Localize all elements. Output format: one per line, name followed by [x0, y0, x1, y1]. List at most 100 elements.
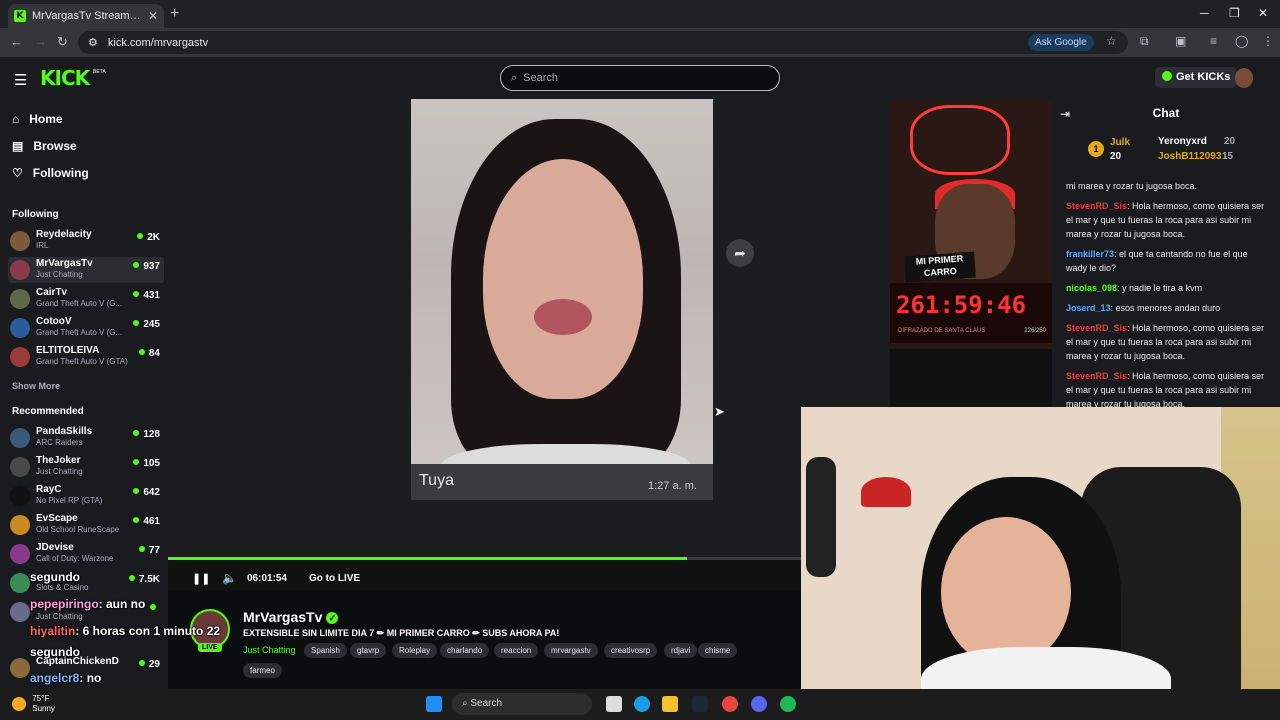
url-text: kick.com/mrvargastv [107, 36, 209, 49]
weather-condition: Sunny [32, 704, 55, 713]
spotify-icon[interactable] [780, 696, 796, 712]
back-icon[interactable]: ← [10, 34, 23, 49]
chat-message: nicolas_098: y nadie le tira a kvm [1066, 283, 1203, 293]
mouse-cursor-icon: ➤ [714, 404, 725, 419]
show-more-link[interactable]: Show More [12, 381, 60, 391]
progress-fill [168, 557, 688, 560]
browser-tab-bar: K MrVargasTv Stream - Watch Live ✕ + ─ ❐… [0, 0, 1280, 28]
stream-tag[interactable]: mrvargastv [544, 643, 598, 658]
chat-messages: mi marea y rozar tu jugosa boca. StevenR… [1066, 179, 1271, 407]
stream-tag[interactable]: Spanish [304, 643, 347, 658]
collapse-chat-icon[interactable]: ⇥ [1060, 107, 1070, 121]
avatar [10, 602, 30, 622]
chat-message: StevenRD_Sis: Hola hermoso, como quisier… [1066, 371, 1265, 407]
hamburger-menu-icon[interactable]: ☰ [14, 71, 27, 89]
kick-header: ☰ KICK BETA ⌕ Search Get KICKs [0, 57, 1280, 99]
profile-icon[interactable]: ◯ [1235, 34, 1248, 48]
weather-temp: 75°F [32, 694, 50, 703]
get-kicks-button[interactable]: Get KICKs [1155, 67, 1238, 88]
kicks-coin-icon [1162, 71, 1172, 81]
recommended-channel[interactable]: EvScape Old School RuneScape 461 [8, 512, 164, 538]
close-tab-icon[interactable]: ✕ [148, 9, 158, 23]
recommended-channel[interactable]: JDevise Call of Duty: Warzone 77 [8, 541, 164, 567]
taskbar-search[interactable]: ⌕ Search [452, 693, 592, 715]
timer-count: 226/250 [1024, 328, 1046, 334]
nav-home[interactable]: ⌂ Home [12, 112, 63, 126]
extensions-icon[interactable]: ⧉ [1140, 34, 1149, 49]
recommended-channel[interactable]: RayC No Pixel RP (GTA) 642 [8, 483, 164, 509]
media-icon[interactable]: ≡ [1210, 34, 1217, 48]
stream-tag[interactable]: creativosrp [604, 643, 658, 658]
stream-tag[interactable]: reaccion [494, 643, 539, 658]
site-info-icon[interactable]: ⚙ [88, 36, 98, 49]
stream-tag[interactable]: chisme [698, 643, 738, 658]
following-channel[interactable]: Reydelacity IRL 2K [8, 228, 164, 254]
browser-tab[interactable]: K MrVargasTv Stream - Watch Live ✕ [8, 4, 164, 28]
reload-icon[interactable]: ↻ [57, 34, 68, 50]
microphone [806, 457, 836, 577]
ask-google-button[interactable]: Ask Google [1028, 34, 1094, 51]
weather-widget[interactable]: 75°F Sunny [12, 694, 55, 714]
chrome-icon[interactable] [722, 696, 738, 712]
avatar [10, 318, 30, 338]
forward-icon[interactable]: → [34, 34, 47, 49]
kick-logo[interactable]: KICK [40, 66, 90, 90]
steam-icon[interactable] [692, 696, 708, 712]
sidepanel-icon[interactable]: ▣ [1175, 34, 1186, 48]
following-channel[interactable]: CotooV Grand Theft Auto V (G... 245 [8, 315, 164, 341]
chat-photo [411, 99, 713, 499]
neon-sign [910, 105, 1010, 175]
recommended-channel[interactable]: PandaSkills ARC Raiders 128 [8, 425, 164, 451]
following-channel[interactable]: MrVargasTv Just Chatting 937 [8, 257, 164, 283]
avatar [10, 486, 30, 506]
following-heading: Following [12, 209, 59, 220]
avatar [10, 289, 30, 309]
following-channel[interactable]: ELTITOLEIVA Grand Theft Auto V (GTA) 84 [8, 344, 164, 370]
heart-icon: ♡ [12, 166, 23, 180]
minimize-icon[interactable]: ─ [1200, 6, 1209, 20]
stream-tag[interactable]: rdjavi [664, 643, 698, 658]
forward-icon: ➦ [726, 239, 754, 267]
search-input[interactable]: ⌕ Search [500, 65, 780, 91]
following-channel[interactable]: CairTv Grand Theft Auto V (G... 431 [8, 286, 164, 312]
message-time: 1:27 a. m. [648, 480, 697, 492]
chat-message: frankiller73: el que ta cantando no fue … [1066, 249, 1248, 273]
search-icon: ⌕ [511, 71, 518, 84]
close-window-icon[interactable]: ✕ [1258, 6, 1268, 20]
sun-icon [12, 697, 26, 711]
avatar [10, 544, 30, 564]
leader-value: 20 [1110, 151, 1122, 162]
recommended-heading: Recommended [12, 406, 84, 417]
streamer-webcam [801, 407, 1280, 720]
maximize-icon[interactable]: ❐ [1229, 6, 1240, 20]
discord-icon[interactable] [751, 696, 767, 712]
menu-icon[interactable]: ⋮ [1262, 34, 1274, 48]
overlay-chat: segundo pepepiringo: aun no hiyalitin: 6… [30, 570, 310, 690]
gifter-leaderboard: 1 Julk 20 Yeronyxrd 20 JoshB112093 15 [1052, 129, 1280, 169]
stream-tag[interactable]: charlando [440, 643, 490, 658]
nav-following[interactable]: ♡ Following [12, 166, 89, 180]
bookmark-star-icon[interactable]: ☆ [1106, 34, 1117, 48]
recommended-channel[interactable]: TheJoker Just Chatting 105 [8, 454, 164, 480]
windows-start-icon[interactable] [426, 696, 442, 712]
avatar [10, 573, 30, 593]
video-progress-bar[interactable] [168, 557, 801, 560]
address-bar[interactable]: ⚙ kick.com/mrvargastv [78, 31, 1128, 54]
edge-icon[interactable] [634, 696, 650, 712]
stream-tag[interactable]: gtavrp [350, 643, 387, 658]
task-view-icon[interactable] [606, 696, 622, 712]
new-tab-button[interactable]: + [170, 5, 179, 23]
overlay-chat-line: angelcr8: no [30, 671, 102, 685]
nav-browse[interactable]: ▤ Browse [12, 139, 77, 153]
user-avatar[interactable] [1235, 68, 1253, 88]
go-to-live-button[interactable]: Go to LIVE [309, 573, 360, 584]
avatar [10, 457, 30, 477]
stream-tag[interactable]: Roleplay [392, 643, 438, 658]
chat-message: Joserd_13: esos menores andan duro [1066, 303, 1221, 313]
file-explorer-icon[interactable] [662, 696, 678, 712]
chat-panel: Chat ⇥ 1 Julk 20 Yeronyxrd 20 JoshB11209… [1052, 99, 1280, 407]
home-icon: ⌂ [12, 112, 20, 126]
chat-message: StevenRD_Sis: Hola hermoso, como quisier… [1066, 201, 1265, 239]
subathon-timer: 261:59:46 DIFRAZADO DE SANTA CLAUS 226/2… [890, 283, 1052, 343]
primer-carro-overlay: MI PRIMER CARRO [904, 251, 976, 283]
